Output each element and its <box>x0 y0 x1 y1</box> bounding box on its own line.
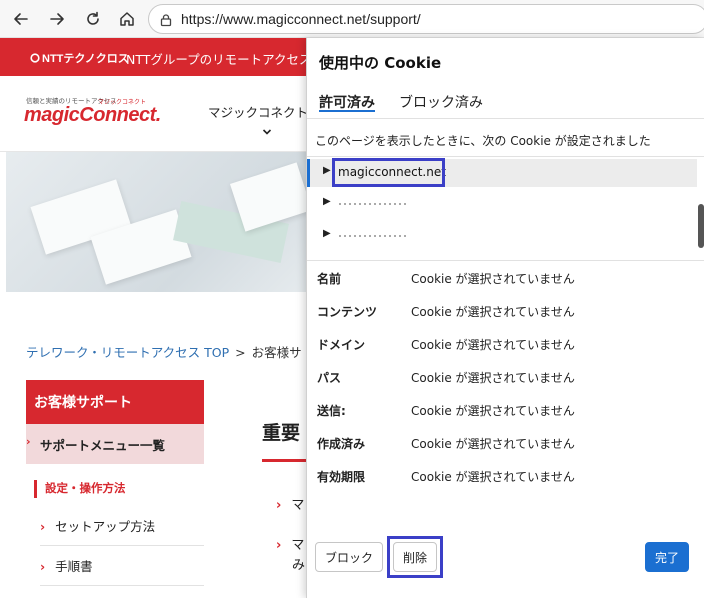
chevron-down-icon[interactable] <box>262 128 272 139</box>
block-button[interactable]: ブロック <box>315 542 383 572</box>
expand-arrow-icon[interactable]: ▶ <box>323 228 331 239</box>
tab-allowed[interactable]: 許可済み <box>319 92 375 112</box>
lock-icon[interactable] <box>159 12 173 27</box>
dialog-description: このページを表示したときに、次の Cookie が設定されました <box>315 134 651 148</box>
expand-arrow-icon[interactable]: ▶ <box>323 196 331 207</box>
prop-label-path: パス <box>317 371 342 385</box>
main-list-item-continued: み <box>292 558 306 573</box>
magicconnect-logo[interactable]: magicConnect. <box>24 104 161 127</box>
redacted-site-name <box>339 203 409 205</box>
prop-label-name: 名前 <box>317 272 342 286</box>
forward-arrow-icon[interactable] <box>44 6 70 32</box>
browser-toolbar: https://www.magicconnect.net/support/ <box>0 0 704 38</box>
cookies-in-use-dialog: 使用中の Cookie 許可済み ブロック済み このページを表示したときに、次の… <box>306 38 704 598</box>
main-list-item[interactable]: › マ <box>276 494 304 513</box>
chevron-right-icon: › <box>40 559 46 574</box>
redacted-site-name <box>339 235 409 237</box>
tab-blocked[interactable]: ブロック済み <box>399 92 483 112</box>
breadcrumb: テレワーク・リモートアクセス TOP > お客様サ <box>26 342 302 361</box>
dialog-title: 使用中の Cookie <box>319 54 442 72</box>
back-arrow-icon[interactable] <box>8 6 34 32</box>
address-bar[interactable]: https://www.magicconnect.net/support/ <box>148 4 704 34</box>
chevron-right-icon: › <box>276 538 282 553</box>
prop-value-path: Cookie が選択されていません <box>411 371 575 385</box>
prop-value-content: Cookie が選択されていません <box>411 305 575 319</box>
breadcrumb-home-link[interactable]: テレワーク・リモートアクセス TOP <box>26 345 229 360</box>
prop-value-created: Cookie が選択されていません <box>411 437 575 451</box>
main-heading: 重要 <box>262 422 301 444</box>
prop-value-expires: Cookie が選択されていません <box>411 470 575 484</box>
breadcrumb-current: お客様サ <box>251 345 302 360</box>
prop-label-content: コンテンツ <box>317 305 378 319</box>
active-tab-indicator <box>319 110 375 112</box>
prop-label-created: 作成済み <box>317 437 366 451</box>
annotation-highlight-delete <box>387 536 443 578</box>
prop-value-name: Cookie が選択されていません <box>411 272 575 286</box>
sidebar-item-manual[interactable]: › 手順書 <box>40 546 204 586</box>
cookie-tree-item[interactable]: ▶ <box>307 222 697 250</box>
expand-arrow-icon[interactable]: ▶ <box>323 165 331 176</box>
chevron-right-icon: › <box>26 435 31 448</box>
main-list-item[interactable]: › マ <box>276 534 304 553</box>
sidebar-title: お客様サポート <box>26 380 204 424</box>
ntt-logo: NTTテクノクロス <box>30 50 129 66</box>
breadcrumb-separator: > <box>235 345 246 360</box>
ntt-topbar-text: NTTグループのリモートアクセス <box>126 52 312 67</box>
chevron-right-icon: › <box>40 519 46 534</box>
tree-scrollbar[interactable] <box>698 204 704 248</box>
sidebar-section-label: 設定・操作方法 <box>34 480 126 498</box>
prop-value-domain: Cookie が選択されていません <box>411 338 575 352</box>
sidebar-item-setup[interactable]: › セットアップ方法 <box>40 506 204 546</box>
sidebar-item-support-menu[interactable]: サポートメニュー一覧 <box>26 424 204 464</box>
url-text: https://www.magicconnect.net/support/ <box>181 11 421 27</box>
refresh-icon[interactable] <box>80 6 106 32</box>
selection-accent <box>307 159 310 187</box>
prop-label-expires: 有効期限 <box>317 470 366 484</box>
prop-label-domain: ドメイン <box>317 338 366 352</box>
done-button[interactable]: 完了 <box>645 542 689 572</box>
chevron-right-icon: › <box>276 498 282 513</box>
home-icon[interactable] <box>114 6 140 32</box>
header-nav-item[interactable]: マジックコネクト <box>208 102 308 121</box>
prop-value-send-for: Cookie が選択されていません <box>411 404 575 418</box>
cookie-tree-item[interactable]: ▶ <box>307 190 697 218</box>
annotation-highlight-site <box>332 158 445 187</box>
prop-label-send-for: 送信: <box>317 404 346 418</box>
